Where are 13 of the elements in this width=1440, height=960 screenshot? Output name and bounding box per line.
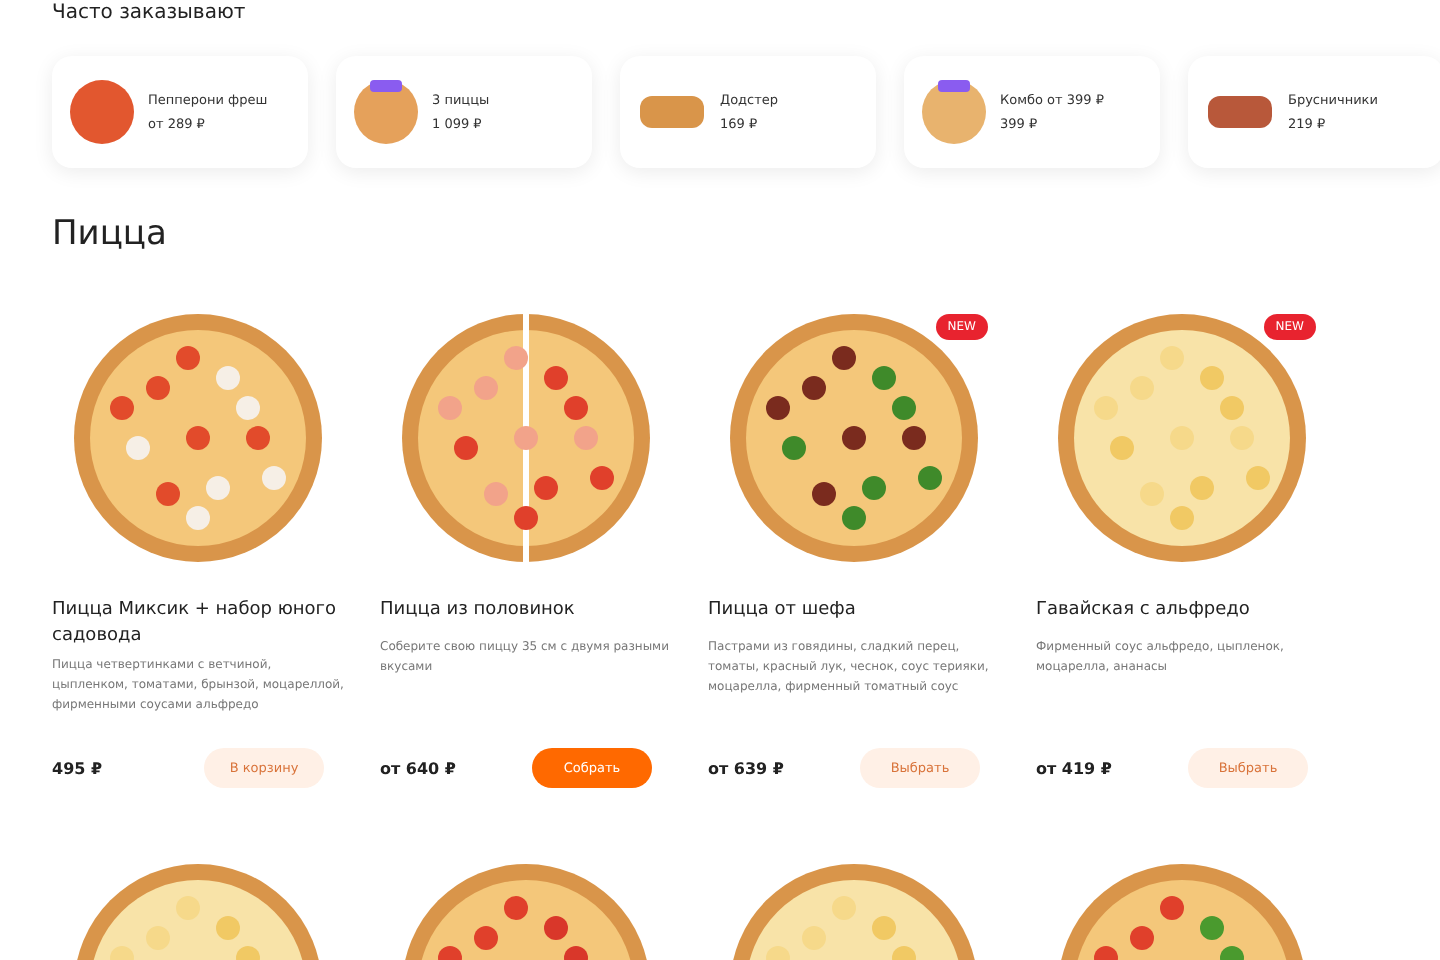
product-name: Пицца из половинок <box>380 598 577 624</box>
section-heading: Пицца <box>52 214 169 254</box>
product-price: от 419 ₽ <box>1036 759 1112 777</box>
product-name: Пицца от шефа <box>708 598 858 624</box>
product-price: от 640 ₽ <box>380 759 456 777</box>
product-price: от 639 ₽ <box>708 759 784 777</box>
section-title: Часто заказывают <box>52 0 248 28</box>
food-icon <box>352 78 420 146</box>
food-icon <box>68 78 136 146</box>
product-price: 495 ₽ <box>52 759 103 777</box>
product-name: Гавайская с альфредо <box>1036 598 1252 624</box>
food-icon <box>920 78 988 146</box>
product-name: Пицца Миксик + набор юного садовода <box>52 598 339 649</box>
